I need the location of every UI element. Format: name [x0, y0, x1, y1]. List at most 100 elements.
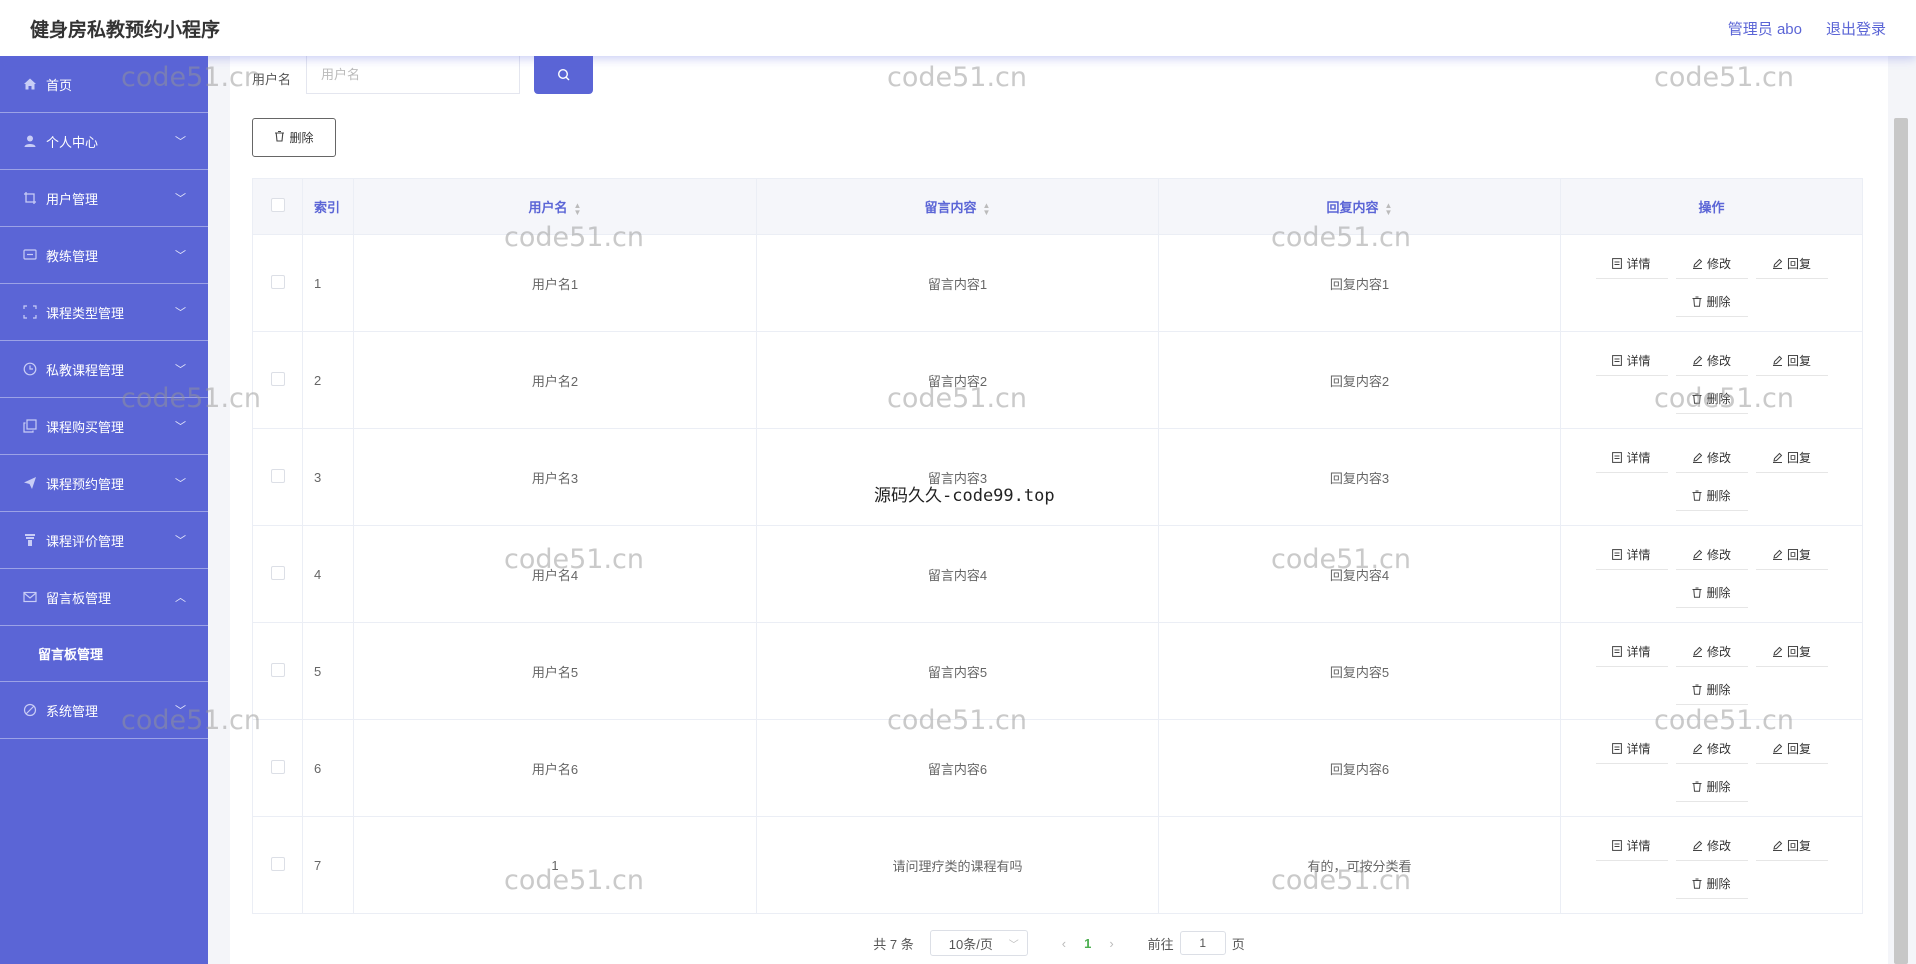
- row-select-cell[interactable]: [252, 622, 303, 720]
- edit-label: 修改: [1706, 354, 1731, 368]
- next-page-button[interactable]: ›: [1109, 936, 1113, 951]
- row-select-cell[interactable]: [252, 816, 303, 914]
- edit-icon: [1692, 549, 1703, 560]
- detail-button[interactable]: 详情: [1595, 637, 1668, 667]
- reply-button[interactable]: 回复: [1755, 443, 1828, 473]
- row-username: 用户名2: [353, 331, 757, 429]
- sidebar-item-label: 课程类型管理: [46, 305, 125, 321]
- detail-button[interactable]: 详情: [1595, 346, 1668, 376]
- select-all-checkbox[interactable]: [270, 198, 285, 212]
- delete-button[interactable]: 删除: [1675, 675, 1748, 705]
- row-checkbox[interactable]: [270, 468, 285, 483]
- sidebar-item-user-management[interactable]: 用户管理 ﹀: [0, 170, 208, 227]
- sidebar-item-course-purchase-management[interactable]: 课程购买管理 ﹀: [0, 398, 208, 455]
- delete-button[interactable]: 删除: [1675, 578, 1748, 608]
- chevron-down-icon: ﹀: [175, 421, 186, 433]
- detail-button[interactable]: 详情: [1595, 443, 1668, 473]
- row-username: 用户名6: [353, 719, 757, 817]
- delete-button[interactable]: 删除: [1675, 384, 1748, 414]
- edit-icon: [1692, 355, 1703, 366]
- edit-button[interactable]: 修改: [1675, 831, 1748, 861]
- page-number-current[interactable]: 1: [1084, 936, 1091, 951]
- row-index: 7: [302, 816, 354, 914]
- edit-icon: [1692, 452, 1703, 463]
- reply-button[interactable]: 回复: [1755, 831, 1828, 861]
- column-header-reply[interactable]: 回复内容 ▲ ▼: [1158, 178, 1561, 235]
- current-user-label[interactable]: 管理员 abo: [1728, 18, 1802, 39]
- row-checkbox[interactable]: [270, 662, 285, 677]
- edit-button[interactable]: 修改: [1675, 540, 1748, 570]
- detail-button[interactable]: 详情: [1595, 734, 1668, 764]
- reply-button[interactable]: 回复: [1755, 540, 1828, 570]
- reply-button[interactable]: 回复: [1755, 346, 1828, 376]
- reply-button[interactable]: 回复: [1755, 734, 1828, 764]
- sidebar-item-coach-management[interactable]: 教练管理 ﹀: [0, 227, 208, 284]
- row-actions: 详情 修改 回复 删除: [1560, 622, 1863, 720]
- sidebar-item-course-review-management[interactable]: 课程评价管理 ﹀: [0, 512, 208, 569]
- row-checkbox[interactable]: [270, 759, 285, 774]
- table-row: 7 1 请问理疗类的课程有吗 有的，可按分类看 详情 修改 回复 删除: [252, 816, 1863, 914]
- page-size-select[interactable]: 10条/页 ﹀: [929, 930, 1028, 956]
- delete-label: 删除: [1706, 877, 1731, 891]
- sort-icon[interactable]: ▲ ▼: [574, 201, 582, 216]
- edit-icon: [1772, 840, 1783, 851]
- sidebar-item-label: 课程购买管理: [46, 419, 125, 435]
- edit-button[interactable]: 修改: [1675, 346, 1748, 376]
- row-index: 1: [302, 234, 354, 332]
- select-all-cell[interactable]: [252, 178, 303, 235]
- row-checkbox[interactable]: [270, 565, 285, 580]
- batch-delete-button[interactable]: 删除: [252, 118, 336, 157]
- row-checkbox[interactable]: [270, 371, 285, 386]
- sidebar-item-system-management[interactable]: 系统管理 ﹀: [0, 682, 208, 739]
- prev-page-button[interactable]: ‹: [1062, 936, 1066, 951]
- column-header-username[interactable]: 用户名 ▲ ▼: [353, 178, 757, 235]
- row-select-cell[interactable]: [252, 719, 303, 817]
- sidebar-item-personal-center[interactable]: 个人中心 ﹀: [0, 113, 208, 170]
- column-header-message[interactable]: 留言内容 ▲ ▼: [756, 178, 1159, 235]
- document-icon: [1612, 840, 1623, 851]
- sidebar-subitem-message-board[interactable]: 留言板管理: [0, 626, 208, 682]
- detail-button[interactable]: 详情: [1595, 540, 1668, 570]
- row-checkbox[interactable]: [270, 856, 285, 871]
- row-message: 留言内容1: [756, 234, 1159, 332]
- scrollbar-thumb[interactable]: [1894, 118, 1908, 964]
- reply-button[interactable]: 回复: [1755, 637, 1828, 667]
- column-header-index: 索引: [302, 178, 354, 235]
- edit-button[interactable]: 修改: [1675, 443, 1748, 473]
- sidebar-item-course-booking-management[interactable]: 课程预约管理 ﹀: [0, 455, 208, 512]
- detail-button[interactable]: 详情: [1595, 249, 1668, 279]
- sidebar-item-label: 私教课程管理: [46, 362, 125, 378]
- sidebar-item-message-board-management[interactable]: 留言板管理 ︿: [0, 569, 208, 626]
- sidebar-item-home[interactable]: 首页: [0, 56, 208, 113]
- row-checkbox[interactable]: [270, 274, 285, 289]
- sort-icon[interactable]: ▲ ▼: [983, 201, 991, 216]
- edit-button[interactable]: 修改: [1675, 734, 1748, 764]
- detail-button[interactable]: 详情: [1595, 831, 1668, 861]
- row-select-cell[interactable]: [252, 525, 303, 623]
- reply-button[interactable]: 回复: [1755, 249, 1828, 279]
- edit-button[interactable]: 修改: [1675, 249, 1748, 279]
- chevron-down-icon: ﹀: [175, 535, 186, 547]
- reply-label: 回复: [1786, 257, 1811, 271]
- delete-button[interactable]: 删除: [1675, 287, 1748, 317]
- row-select-cell[interactable]: [252, 331, 303, 429]
- edit-button[interactable]: 修改: [1675, 637, 1748, 667]
- sidebar-item-private-course-management[interactable]: 私教课程管理 ﹀: [0, 341, 208, 398]
- search-button[interactable]: [534, 56, 593, 94]
- column-header-label: 回复内容: [1326, 200, 1379, 215]
- logout-link[interactable]: 退出登录: [1826, 18, 1886, 39]
- search-input[interactable]: [306, 56, 520, 94]
- row-reply: 回复内容3: [1158, 428, 1561, 526]
- row-select-cell[interactable]: [252, 234, 303, 332]
- sidebar-item-course-type-management[interactable]: 课程类型管理 ﹀: [0, 284, 208, 341]
- delete-button[interactable]: 删除: [1675, 869, 1748, 899]
- row-index: 6: [302, 719, 354, 817]
- column-header-label: 用户名: [528, 200, 568, 215]
- edit-icon: [1692, 646, 1703, 657]
- sort-icon[interactable]: ▲ ▼: [1385, 201, 1393, 216]
- row-select-cell[interactable]: [252, 428, 303, 526]
- table-body: 1 用户名1 留言内容1 回复内容1 详情 修改 回复 删除 2 用户名2 留言…: [252, 234, 1863, 914]
- delete-button[interactable]: 删除: [1675, 772, 1748, 802]
- delete-button[interactable]: 删除: [1675, 481, 1748, 511]
- goto-page-input[interactable]: [1179, 931, 1226, 955]
